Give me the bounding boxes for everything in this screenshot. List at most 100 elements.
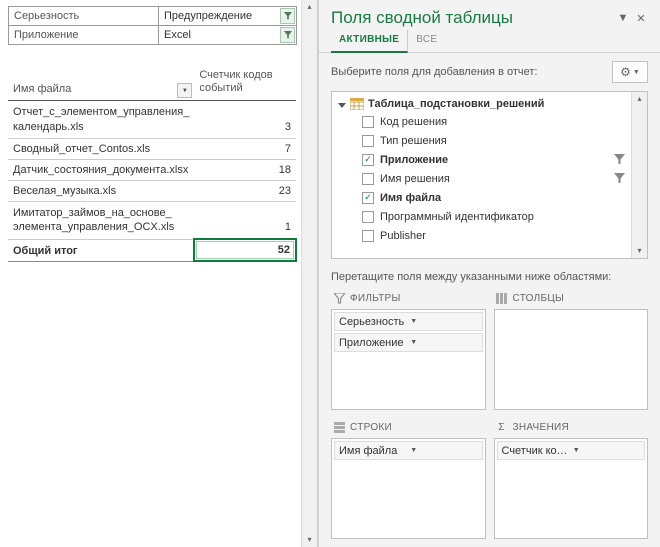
chevron-down-icon[interactable]: ▼	[569, 447, 640, 454]
field-item[interactable]: ✓ Приложение	[334, 150, 629, 169]
sigma-icon: Σ	[496, 421, 508, 433]
table-row: Отчет_с_элементом_управления_ календарь.…	[8, 101, 296, 139]
area-columns-dropzone[interactable]	[494, 309, 649, 410]
filter-value-text: Excel	[164, 29, 191, 41]
area-values-title: ЗНАЧЕНИЯ	[513, 422, 570, 433]
area-columns: СТОЛБЦЫ	[494, 289, 649, 410]
area-item[interactable]: Приложение▼	[334, 333, 483, 352]
field-label: Publisher	[380, 230, 625, 242]
field-label: Тип решения	[380, 135, 625, 147]
chevron-down-icon[interactable]: ▼	[406, 318, 477, 325]
row-filename[interactable]: Датчик_состояния_документа.xlsx	[8, 159, 194, 180]
expand-icon[interactable]	[338, 103, 346, 108]
area-item[interactable]: Серьезность▼	[334, 312, 483, 331]
funnel-icon[interactable]	[614, 154, 625, 165]
field-checkbox[interactable]	[362, 211, 374, 223]
table-row: Веселая_музыка.xls23	[8, 180, 296, 201]
field-item[interactable]: Имя решения	[334, 169, 629, 188]
table-icon	[350, 98, 364, 110]
chevron-down-icon[interactable]: ▼	[406, 339, 477, 346]
filter-label-app: Приложение	[9, 26, 159, 45]
field-checkbox[interactable]	[362, 173, 374, 185]
table-row: Датчик_состояния_документа.xlsx18	[8, 159, 296, 180]
area-filters-title: ФИЛЬТРЫ	[350, 293, 401, 304]
header-filename-label: Имя файла	[13, 83, 71, 95]
area-columns-title: СТОЛБЦЫ	[513, 293, 565, 304]
filter-value-text: Предупреждение	[164, 10, 252, 22]
table-row: Сводный_отчет_Contos.xls7	[8, 138, 296, 159]
field-list: Таблица_подстановки_решений Код решения Т…	[331, 91, 648, 259]
field-checkbox[interactable]	[362, 116, 374, 128]
row-filename[interactable]: Сводный_отчет_Contos.xls	[8, 138, 194, 159]
chevron-down-icon: ▼	[633, 69, 640, 76]
field-item[interactable]: Publisher	[334, 226, 629, 245]
pivot-worksheet: Серьезность Предупреждение Приложение Ex…	[0, 0, 318, 547]
field-item[interactable]: ✓ Имя файла	[334, 188, 629, 207]
row-count[interactable]: 23	[194, 180, 296, 201]
filter-value-app[interactable]: Excel	[159, 26, 297, 45]
area-item-label: Серьезность	[339, 316, 406, 328]
filter-label-severity: Серьезность	[9, 7, 159, 26]
area-values: Σ ЗНАЧЕНИЯ Счетчик кодов событий▼	[494, 418, 649, 539]
row-filename[interactable]: Отчет_с_элементом_управления_ календарь.…	[8, 101, 194, 139]
tools-button[interactable]: ⚙ ▼	[612, 61, 648, 83]
area-filters: ФИЛЬТРЫ Серьезность▼Приложение▼	[331, 289, 486, 410]
area-values-dropzone[interactable]: Счетчик кодов событий▼	[494, 438, 649, 539]
table-row: Имитатор_займов_на_основе_ элемента_упра…	[8, 201, 296, 239]
pivot-fields-pane: Поля сводной таблицы ▼ ✕ АКТИВНЫЕ ВСЕ Вы…	[318, 0, 660, 547]
row-count[interactable]: 3	[194, 101, 296, 139]
row-count[interactable]: 7	[194, 138, 296, 159]
dropdown-icon[interactable]: ▼	[616, 11, 630, 25]
filter-dropdown-severity[interactable]	[280, 8, 295, 24]
chevron-down-icon[interactable]: ▼	[406, 447, 477, 454]
field-item[interactable]: Программный идентификатор	[334, 207, 629, 226]
funnel-icon	[333, 292, 345, 304]
field-label: Программный идентификатор	[380, 211, 625, 223]
field-label: Имя файла	[380, 192, 625, 204]
filter-value-severity[interactable]: Предупреждение	[159, 7, 297, 26]
field-checkbox[interactable]: ✓	[362, 192, 374, 204]
worksheet-scrollbar[interactable]	[301, 0, 317, 547]
header-dropdown-filename[interactable]: ▼	[177, 83, 192, 98]
header-count: Счетчик кодов событий	[194, 65, 296, 101]
table-root-row[interactable]: Таблица_подстановки_решений	[334, 96, 629, 112]
pane-title: Поля сводной таблицы	[331, 8, 612, 28]
tab-active-fields[interactable]: АКТИВНЫЕ	[331, 30, 408, 53]
field-item[interactable]: Тип решения	[334, 131, 629, 150]
area-item[interactable]: Имя файла▼	[334, 441, 483, 460]
pivot-data-table: Имя файла ▼ Счетчик кодов событий Отчет_…	[8, 65, 297, 262]
area-rows-title: СТРОКИ	[350, 422, 392, 433]
field-checkbox[interactable]: ✓	[362, 154, 374, 166]
field-checkbox[interactable]	[362, 230, 374, 242]
grand-total-value[interactable]: 52	[194, 239, 296, 261]
field-checkbox[interactable]	[362, 135, 374, 147]
field-list-scrollbar[interactable]	[631, 92, 647, 258]
field-item[interactable]: Код решения	[334, 112, 629, 131]
area-item-label: Имя файла	[339, 445, 406, 457]
row-count[interactable]: 1	[194, 201, 296, 239]
instruction-text: Выберите поля для добавления в отчет:	[331, 66, 612, 78]
field-label: Имя решения	[380, 173, 610, 185]
field-label: Приложение	[380, 154, 610, 166]
area-item-label: Приложение	[339, 337, 406, 349]
pivot-filter-block: Серьезность Предупреждение Приложение Ex…	[8, 6, 297, 45]
row-filename[interactable]: Имитатор_займов_на_основе_ элемента_упра…	[8, 201, 194, 239]
gear-icon: ⚙	[620, 65, 631, 79]
close-icon[interactable]: ✕	[634, 11, 648, 25]
row-count[interactable]: 18	[194, 159, 296, 180]
row-filename[interactable]: Веселая_музыка.xls	[8, 180, 194, 201]
filter-dropdown-app[interactable]	[280, 27, 295, 43]
rows-icon	[333, 421, 345, 433]
field-label: Код решения	[380, 116, 625, 128]
tab-all-fields[interactable]: ВСЕ	[408, 30, 445, 52]
grand-total-label: Общий итог	[8, 239, 194, 261]
area-filters-dropzone[interactable]: Серьезность▼Приложение▼	[331, 309, 486, 410]
area-rows-dropzone[interactable]: Имя файла▼	[331, 438, 486, 539]
columns-icon	[496, 292, 508, 304]
area-item[interactable]: Счетчик кодов событий▼	[497, 441, 646, 460]
header-filename[interactable]: Имя файла ▼	[8, 65, 194, 101]
table-name: Таблица_подстановки_решений	[368, 98, 544, 110]
area-item-label: Счетчик кодов событий	[502, 445, 569, 457]
funnel-icon[interactable]	[614, 173, 625, 184]
drag-instruction: Перетащите поля между указанными ниже об…	[319, 267, 660, 289]
